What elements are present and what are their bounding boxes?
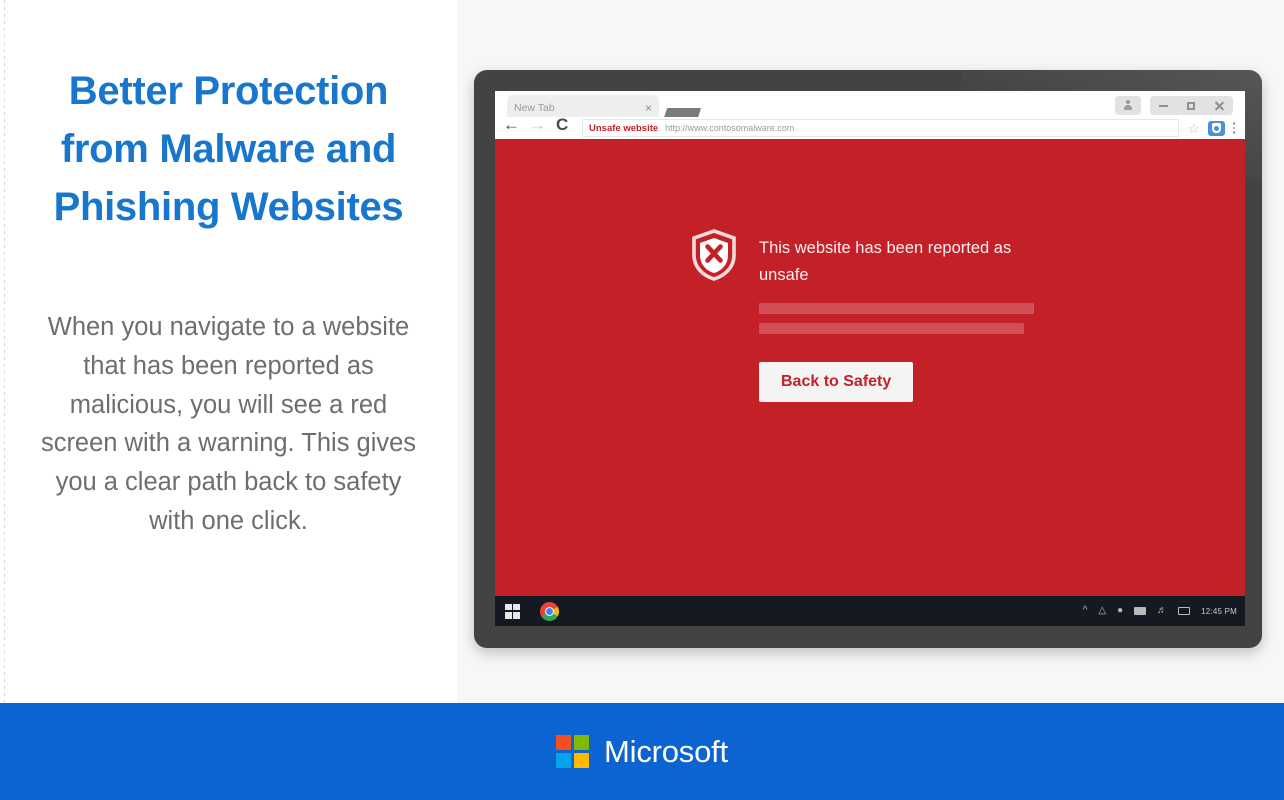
browser-menu-icon[interactable] (1232, 122, 1235, 134)
extension-shield-icon[interactable] (1207, 120, 1225, 136)
profile-avatar-button[interactable] (1115, 96, 1141, 115)
slide: Better Protection from Malware and Phish… (0, 0, 1284, 800)
omnibar-actions: ☆ (1188, 120, 1235, 136)
system-tray: ^ △ ● ♬ 12:45 PM (1083, 606, 1237, 616)
extension-glyph (1211, 123, 1221, 133)
browser-chrome: New Tab × ← → C Unsafe website http://ww… (495, 91, 1245, 139)
microsoft-wordmark: Microsoft (604, 733, 728, 769)
microsoft-logo-icon (556, 735, 590, 768)
reload-icon[interactable] (555, 116, 572, 137)
forward-arrow-icon (529, 116, 546, 137)
tab-label: New Tab (514, 102, 555, 114)
tray-onedrive-icon[interactable]: △ (1098, 606, 1106, 616)
minimize-icon[interactable] (1159, 104, 1169, 107)
warning-heading: This website has been reported as unsafe (759, 239, 1012, 285)
tray-network-icon[interactable]: ● (1117, 606, 1123, 616)
windows-start-icon[interactable] (505, 603, 520, 619)
warning-text-column: This website has been reported as unsafe… (759, 229, 1081, 403)
tray-volume-icon[interactable]: ♬ (1157, 606, 1167, 616)
windows-taskbar: ^ △ ● ♬ 12:45 PM (495, 596, 1245, 626)
chrome-icon[interactable] (540, 601, 559, 621)
slide-edge-guide (4, 0, 5, 703)
taskbar-clock[interactable]: 12:45 PM (1201, 607, 1237, 616)
close-icon[interactable] (1214, 101, 1224, 111)
placeholder-text-bar (759, 323, 1024, 335)
security-status-badge: Unsafe website (589, 122, 659, 134)
text-panel: Better Protection from Malware and Phish… (0, 0, 457, 703)
navigation-buttons (503, 116, 572, 137)
monitor-screen: New Tab × ← → C Unsafe website http://ww… (495, 91, 1245, 626)
url-text: http://www.contosomalware.com (665, 123, 795, 133)
window-controls (1115, 96, 1233, 115)
maximize-icon[interactable] (1186, 101, 1195, 110)
tab-close-icon[interactable]: × (641, 102, 652, 114)
footer-bar: Microsoft (0, 703, 1284, 800)
warning-content: This website has been reported as unsafe… (691, 229, 1081, 403)
window-buttons-group (1150, 96, 1233, 115)
tray-action-center-icon[interactable] (1178, 607, 1191, 615)
person-icon (1123, 100, 1133, 111)
page-title: Better Protection from Malware and Phish… (53, 69, 404, 229)
back-arrow-icon[interactable] (503, 116, 520, 137)
placeholder-text-bar (759, 303, 1034, 315)
address-bar[interactable]: Unsafe website http://www.contosomalware… (582, 119, 1179, 137)
unsafe-website-warning-page: This website has been reported as unsafe… (495, 139, 1245, 596)
slide-body: Better Protection from Malware and Phish… (0, 0, 1284, 703)
bookmark-star-icon[interactable]: ☆ (1188, 122, 1200, 135)
monitor-frame: New Tab × ← → C Unsafe website http://ww… (474, 70, 1262, 648)
shield-warning-icon (691, 229, 737, 281)
back-to-safety-button[interactable]: Back to Safety (759, 362, 914, 403)
omnibar: Unsafe website http://www.contosomalware… (495, 116, 1245, 139)
taskbar-app-area (505, 601, 559, 621)
slide-description: When you navigate to a website that has … (40, 313, 417, 535)
tray-battery-icon[interactable] (1134, 607, 1147, 615)
tray-chevron-up-icon[interactable]: ^ (1083, 606, 1088, 616)
